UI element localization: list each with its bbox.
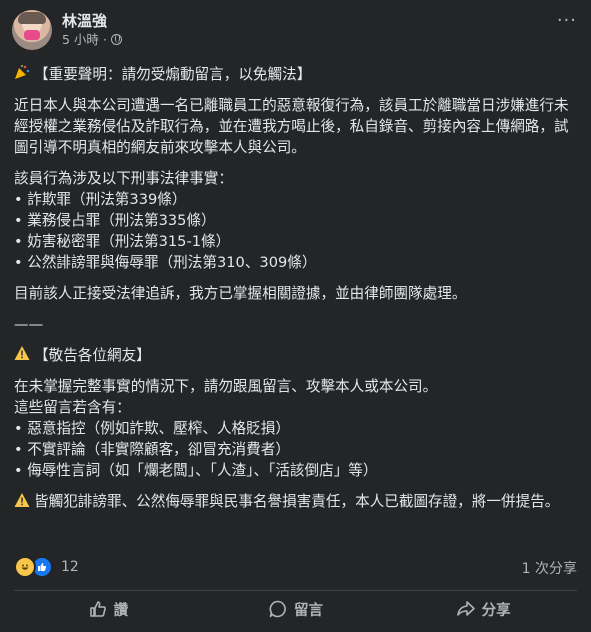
comment-button[interactable]: 留言 [202,594,390,624]
thumbs-up-icon [89,601,106,617]
post-time[interactable]: 5 小時 [62,31,99,49]
reactions-summary[interactable]: 12 [14,556,79,578]
warning-icon [14,493,30,507]
items-intro: 這些留言若含有： [14,399,131,416]
list-item: • 侮辱性言詞（如「爛老闆」、「人渣」、「活該倒店」等） [14,462,378,479]
paragraph-1: 近日本人與本公司遭遇一名已離職員工的惡意報復行為，該員工於離職當日涉嫌進行未經授… [14,97,569,156]
charge-item: • 公然誹謗罪與侮辱罪（刑法第310、309條） [14,254,317,271]
paragraph-3: 目前該人正接受法律追訴，我方已掌握相關證據，並由律師團隊處理。 [14,285,467,302]
dot-separator: · [102,31,107,47]
list-item: • 不實評論（非實際顧客，卻冒充消費者） [14,441,290,458]
facebook-post: 林溫強 5 小時 · ··· 【重要聲明：請勿受煽動留言，以免觸法】 近日本人與… [0,0,591,632]
globe-icon[interactable] [110,34,122,45]
post-header: 林溫強 5 小時 · [12,10,122,50]
separator: —— [14,316,44,333]
party-popper-icon [15,65,30,79]
more-options-icon[interactable]: ··· [557,12,577,30]
charge-item: • 詐欺罪（刑法第339條） [14,191,187,208]
comment-icon [269,600,286,618]
reaction-count[interactable]: 12 [61,559,79,575]
warning-icon [14,346,30,360]
share-count[interactable]: 1 次分享 [522,558,577,578]
haha-reaction-icon [14,556,36,578]
paragraph-4: 在未掌握完整事實的情況下，請勿跟風留言、攻擊本人或本公司。 [14,378,438,395]
charge-item: • 業務侵占罪（刑法第335條） [14,212,216,229]
final-statement: 皆觸犯誹謗罪、公然侮辱罪與民事名譽損害責任，本人已截圖存證，將一併提告。 [34,493,560,510]
list-item: • 惡意指控（例如詐欺、壓榨、人格貶損） [14,420,290,437]
share-button[interactable]: 分享 [389,594,577,624]
post-title: 【重要聲明：請勿受煽動留言，以免觸法】 [34,66,312,83]
charges-intro: 該員行為涉及以下刑事法律事實： [14,170,233,187]
author-name[interactable]: 林溫強 [62,12,122,31]
like-button[interactable]: 讚 [14,594,202,624]
action-bar: 讚 留言 分享 [14,594,577,624]
avatar[interactable] [12,10,52,50]
divider [14,590,577,591]
share-icon [456,601,475,616]
charge-item: • 妨害秘密罪（刑法第315-1條） [14,233,231,250]
warning-title: 【敬告各位網友】 [34,347,151,364]
post-body: 【重要聲明：請勿受煽動留言，以免觸法】 近日本人與本公司遭遇一名已離職員工的惡意… [14,64,579,512]
